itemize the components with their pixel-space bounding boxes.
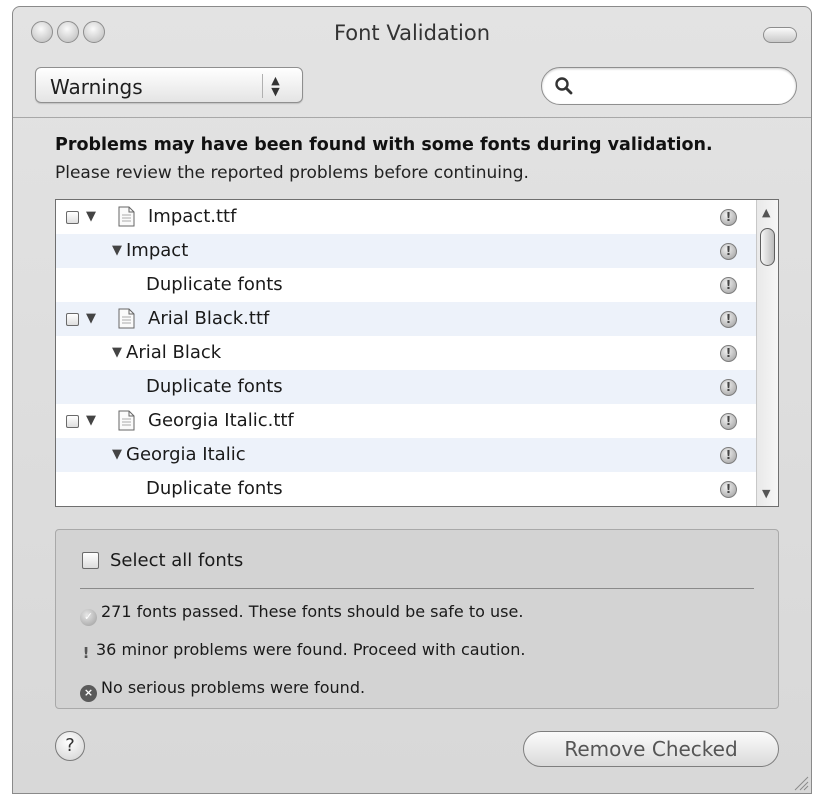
font-problem-row[interactable]: Duplicate fonts!: [56, 472, 756, 506]
warning-icon: !: [720, 345, 737, 362]
passed-summary: ✓ 271 fonts passed. These fonts should be…: [80, 602, 523, 626]
select-all-label: Select all fonts: [110, 550, 244, 571]
font-problem-list[interactable]: ▼ Impact.ttf! ▼ Impact! Duplicate fonts! ▼ Ari…: [55, 199, 779, 507]
list-scrollbar[interactable]: ▲ ▼: [756, 200, 778, 506]
font-problem-label: Arial Black: [126, 342, 222, 363]
warning-icon: !: [720, 209, 737, 226]
disclosure-triangle-icon[interactable]: ▼: [86, 209, 96, 224]
font-problem-row[interactable]: ▼ Impact!: [56, 234, 756, 268]
minor-summary-text: 36 minor problems were found. Proceed wi…: [96, 640, 526, 659]
warning-icon: !: [720, 311, 737, 328]
font-problem-label: Impact: [126, 240, 189, 261]
disclosure-triangle-icon[interactable]: ▼: [112, 345, 122, 360]
warning-icon: !: [720, 379, 737, 396]
disclosure-triangle-icon[interactable]: ▼: [86, 311, 96, 326]
font-problem-label: Duplicate fonts: [146, 478, 283, 499]
help-button[interactable]: ?: [55, 731, 85, 761]
font-problem-row[interactable]: ▼ Arial Black.ttf!: [56, 302, 756, 336]
minor-warning-icon: !: [82, 644, 90, 662]
serious-summary-text: No serious problems were found.: [101, 678, 366, 697]
remove-checked-button[interactable]: Remove Checked: [523, 731, 779, 767]
document-icon: [118, 308, 135, 329]
font-problem-row[interactable]: Duplicate fonts!: [56, 268, 756, 302]
passed-summary-text: 271 fonts passed. These fonts should be …: [101, 602, 524, 621]
warning-icon: !: [720, 481, 737, 498]
font-problem-row[interactable]: ▼ Arial Black!: [56, 336, 756, 370]
message-subtext: Please review the reported problems befo…: [55, 163, 529, 183]
font-problem-label: Duplicate fonts: [146, 274, 283, 295]
font-problem-label: Impact.ttf: [148, 206, 237, 227]
toolbar-toggle-button[interactable]: [763, 27, 797, 43]
font-problem-label: Georgia Italic: [126, 444, 246, 465]
warning-icon: !: [720, 413, 737, 430]
warning-icon: !: [720, 447, 737, 464]
document-icon: [118, 206, 135, 227]
search-input[interactable]: [582, 74, 782, 98]
popup-arrows-icon: ▲ ▼: [262, 74, 288, 98]
font-file-checkbox[interactable]: [66, 313, 79, 326]
passed-check-icon: ✓: [80, 609, 97, 626]
font-problem-row[interactable]: ▼ Georgia Italic.ttf!: [56, 404, 756, 438]
minor-summary: ! 36 minor problems were found. Proceed w…: [80, 640, 526, 662]
message-heading: Problems may have been found with some f…: [55, 135, 713, 155]
font-problem-row[interactable]: Duplicate fonts!: [56, 370, 756, 404]
select-all-checkbox[interactable]: [82, 552, 99, 569]
scroll-thumb[interactable]: [760, 228, 775, 266]
warning-icon: !: [720, 243, 737, 260]
search-icon: [555, 77, 573, 95]
font-file-checkbox[interactable]: [66, 415, 79, 428]
disclosure-triangle-icon[interactable]: ▼: [112, 447, 122, 462]
search-field[interactable]: [541, 67, 797, 105]
font-problem-row[interactable]: ▼ Georgia Italic!: [56, 438, 756, 472]
window-title: Font Validation: [333, 21, 491, 45]
scroll-up-arrow-icon[interactable]: ▲: [762, 206, 770, 219]
font-file-checkbox[interactable]: [66, 211, 79, 224]
font-problem-row[interactable]: ▼ Impact.ttf!: [56, 200, 756, 234]
filter-popup[interactable]: Warnings ▲ ▼: [35, 67, 303, 103]
serious-summary: × No serious problems were found.: [80, 678, 365, 702]
filter-popup-value: Warnings: [50, 75, 143, 99]
title-bar: Font Validation: [13, 7, 811, 57]
scroll-down-arrow-icon[interactable]: ▼: [762, 487, 770, 500]
resize-grip-icon[interactable]: [791, 773, 809, 791]
disclosure-triangle-icon[interactable]: ▼: [112, 243, 122, 258]
validation-summary: Select all fonts ✓ 271 fonts passed. Thes…: [55, 529, 779, 709]
disclosure-triangle-icon[interactable]: ▼: [86, 413, 96, 428]
summary-divider: [80, 588, 754, 589]
font-problem-label: Arial Black.ttf: [148, 308, 270, 329]
document-icon: [118, 410, 135, 431]
toolbar-divider: [13, 117, 811, 118]
font-validation-window: Font Validation Warnings ▲ ▼ Problems may…: [12, 6, 812, 794]
font-problem-label: Duplicate fonts: [146, 376, 283, 397]
serious-error-icon: ×: [80, 685, 97, 702]
font-problem-rows: ▼ Impact.ttf! ▼ Impact! Duplicate fonts! ▼ Ari…: [56, 200, 756, 506]
font-problem-label: Georgia Italic.ttf: [148, 410, 294, 431]
warning-icon: !: [720, 277, 737, 294]
